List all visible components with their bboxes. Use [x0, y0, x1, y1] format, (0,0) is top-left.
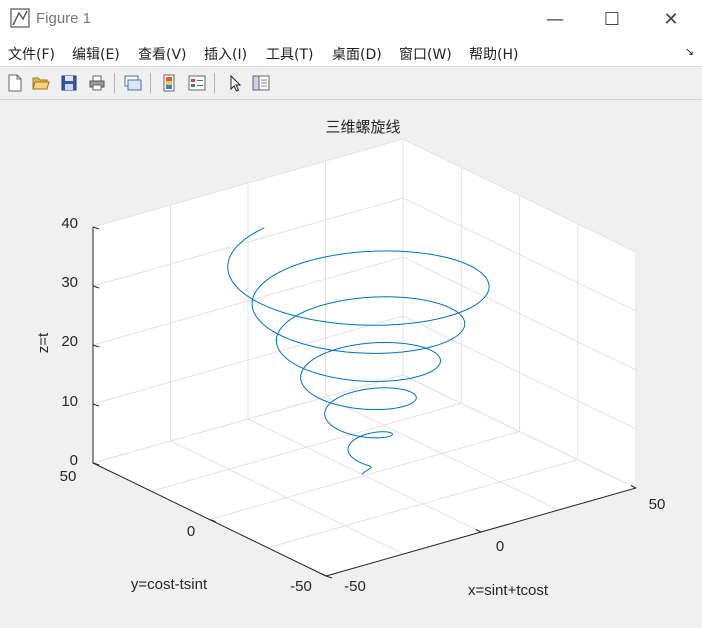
- z-tick-0: 0: [70, 452, 78, 469]
- chart-title: 三维螺旋线: [325, 118, 400, 136]
- x-tick-neg50: -50: [344, 578, 366, 595]
- y-tick-0: 0: [187, 523, 195, 540]
- y-tick-mark: [325, 575, 333, 579]
- x-tick-50: 50: [649, 496, 666, 513]
- y-tick-50: 50: [60, 468, 77, 485]
- z-tick-30: 30: [61, 274, 78, 291]
- z-tick-10: 10: [61, 393, 78, 410]
- axes-back-panels: [93, 139, 636, 576]
- z-tick-20: 20: [61, 333, 78, 350]
- helix-3d-plot[interactable]: 三维螺旋线 0 10 20 30 40 50 0 -50 -50 0 50 z=…: [0, 0, 702, 628]
- y-axis-label: y=cost-tsint: [131, 576, 208, 593]
- y-tick-neg50: -50: [290, 578, 312, 595]
- x-axis-label: x=sint+tcost: [468, 582, 549, 599]
- figure-canvas[interactable]: 三维螺旋线 0 10 20 30 40 50 0 -50 -50 0 50 z=…: [0, 100, 702, 628]
- z-axis-label: z=t: [35, 332, 52, 353]
- z-tick-40: 40: [61, 215, 78, 232]
- x-tick-0: 0: [496, 538, 504, 555]
